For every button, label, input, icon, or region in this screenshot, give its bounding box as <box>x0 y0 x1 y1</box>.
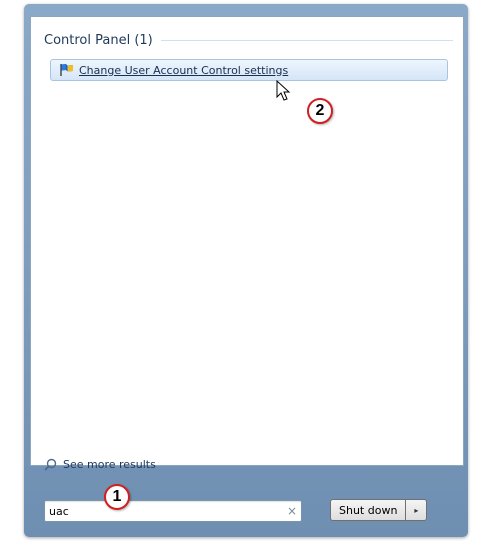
clear-search-icon[interactable]: × <box>283 502 301 520</box>
see-more-results-link[interactable]: See more results <box>44 458 156 471</box>
result-item-label: Change User Account Control settings <box>79 63 289 77</box>
shutdown-control: Shut down ▸ <box>330 499 428 521</box>
search-icon <box>44 458 57 471</box>
see-more-label: See more results <box>63 458 156 471</box>
group-divider <box>160 39 453 41</box>
results-group-header: Control Panel (1) <box>44 30 453 50</box>
search-input[interactable] <box>45 502 283 520</box>
step-callout-1: 1 <box>104 484 130 510</box>
search-results-panel: Control Panel (1) Change User Account Co… <box>30 16 464 466</box>
results-group-title: Control Panel (1) <box>44 32 153 48</box>
start-search-box[interactable]: × <box>44 500 302 522</box>
shutdown-options-arrow-icon[interactable]: ▸ <box>405 499 428 521</box>
result-item-uac-settings[interactable]: Change User Account Control settings <box>50 59 448 81</box>
shutdown-button[interactable]: Shut down <box>330 499 406 521</box>
step-callout-2: 2 <box>307 98 333 124</box>
mouse-cursor-icon <box>276 80 291 101</box>
uac-flag-icon <box>60 64 73 76</box>
